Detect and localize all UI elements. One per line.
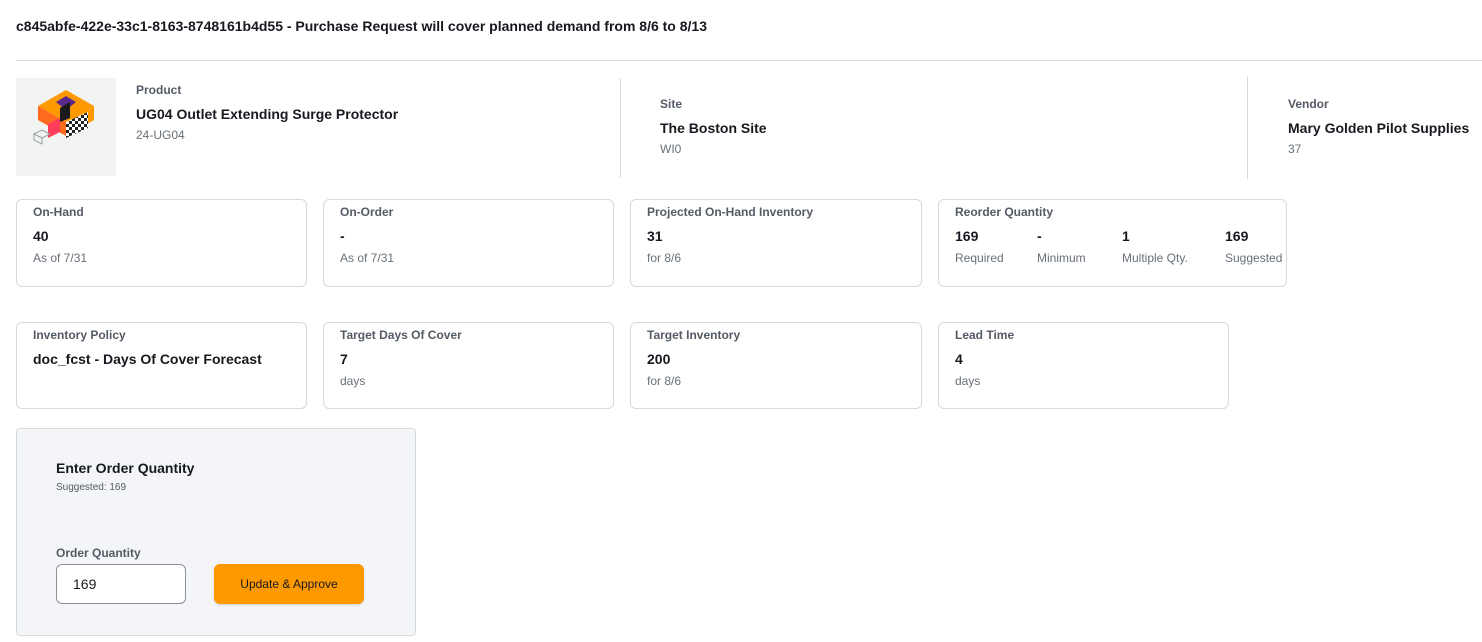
card-sub: days — [955, 374, 981, 388]
card-label: Projected On-Hand Inventory — [647, 205, 814, 219]
order-heading: Enter Order Quantity — [56, 460, 195, 476]
reorder-value: 1 — [1122, 228, 1130, 244]
card-value: - — [340, 228, 345, 244]
on-order-card: On-Order - As of 7/31 — [323, 199, 614, 287]
vendor-label: Vendor — [1288, 97, 1329, 111]
order-quantity-label: Order Quantity — [56, 546, 141, 560]
card-value: doc_fcst - Days Of Cover Forecast — [33, 351, 262, 367]
product-label: Product — [136, 83, 182, 97]
info-divider — [620, 78, 621, 178]
card-sub: for 8/6 — [647, 374, 682, 388]
reorder-caption: Minimum — [1037, 251, 1086, 265]
product-info: Product UG04 Outlet Extending Surge Prot… — [136, 83, 398, 142]
card-value: 4 — [955, 351, 963, 367]
update-approve-button[interactable]: Update & Approve — [214, 564, 364, 604]
order-quantity-panel: Enter Order Quantity Suggested: 169 Orde… — [16, 428, 416, 636]
site-code: WI0 — [660, 142, 682, 156]
card-label: On-Hand — [33, 205, 84, 219]
vendor-info: Vendor Mary Golden Pilot Supplies 37 — [1288, 97, 1469, 156]
reorder-caption: Required — [955, 251, 1004, 265]
header-divider — [16, 60, 1482, 61]
card-value: 7 — [340, 351, 348, 367]
reorder-value: - — [1037, 228, 1042, 244]
card-label: On-Order — [340, 205, 394, 219]
card-value: 31 — [647, 228, 663, 244]
reorder-suggested: 169 Suggested — [1225, 228, 1282, 265]
reorder-multiple-qty: 1 Multiple Qty. — [1122, 228, 1225, 265]
inventory-policy-card: Inventory Policy doc_fcst - Days Of Cove… — [16, 322, 307, 409]
target-days-card: Target Days Of Cover 7 days — [323, 322, 614, 409]
on-hand-card: On-Hand 40 As of 7/31 — [16, 199, 307, 287]
info-divider — [1247, 76, 1248, 179]
card-value: 40 — [33, 228, 49, 244]
product-box-icon — [32, 90, 94, 145]
reorder-minimum: - Minimum — [1037, 228, 1122, 265]
target-inventory-card: Target Inventory 200 for 8/6 — [630, 322, 922, 409]
card-value: 200 — [647, 351, 671, 367]
reorder-required: 169 Required — [955, 228, 1037, 265]
vendor-code: 37 — [1288, 142, 1302, 156]
site-label: Site — [660, 97, 683, 111]
card-label: Reorder Quantity — [955, 205, 1054, 219]
card-sub: days — [340, 374, 366, 388]
order-suggested-hint: Suggested: 169 — [56, 482, 127, 493]
reorder-quantity-card: Reorder Quantity 169 Required - Minimum … — [938, 199, 1287, 287]
site-info: Site The Boston Site WI0 — [660, 97, 767, 156]
reorder-value: 169 — [955, 228, 979, 244]
reorder-value: 169 — [1225, 228, 1249, 244]
card-label: Target Days Of Cover — [340, 328, 462, 342]
card-label: Lead Time — [955, 328, 1015, 342]
card-label: Inventory Policy — [33, 328, 126, 342]
reorder-caption: Suggested — [1225, 251, 1283, 265]
card-label: Target Inventory — [647, 328, 741, 342]
card-sub: As of 7/31 — [33, 251, 88, 265]
reorder-caption: Multiple Qty. — [1122, 251, 1188, 265]
lead-time-card: Lead Time 4 days — [938, 322, 1229, 409]
order-quantity-input[interactable] — [56, 564, 186, 604]
product-image — [16, 78, 116, 176]
vendor-name: Mary Golden Pilot Supplies — [1288, 120, 1470, 136]
reorder-grid: 169 Required - Minimum 1 Multiple Qty. 1… — [955, 228, 1282, 265]
product-sku: 24-UG04 — [136, 128, 185, 142]
page-title: c845abfe-422e-33c1-8163-8748161b4d55 - P… — [16, 18, 707, 34]
site-name: The Boston Site — [660, 120, 767, 136]
card-sub: for 8/6 — [647, 251, 682, 265]
projected-inventory-card: Projected On-Hand Inventory 31 for 8/6 — [630, 199, 922, 287]
product-name: UG04 Outlet Extending Surge Protector — [136, 106, 399, 122]
card-sub: As of 7/31 — [340, 251, 395, 265]
